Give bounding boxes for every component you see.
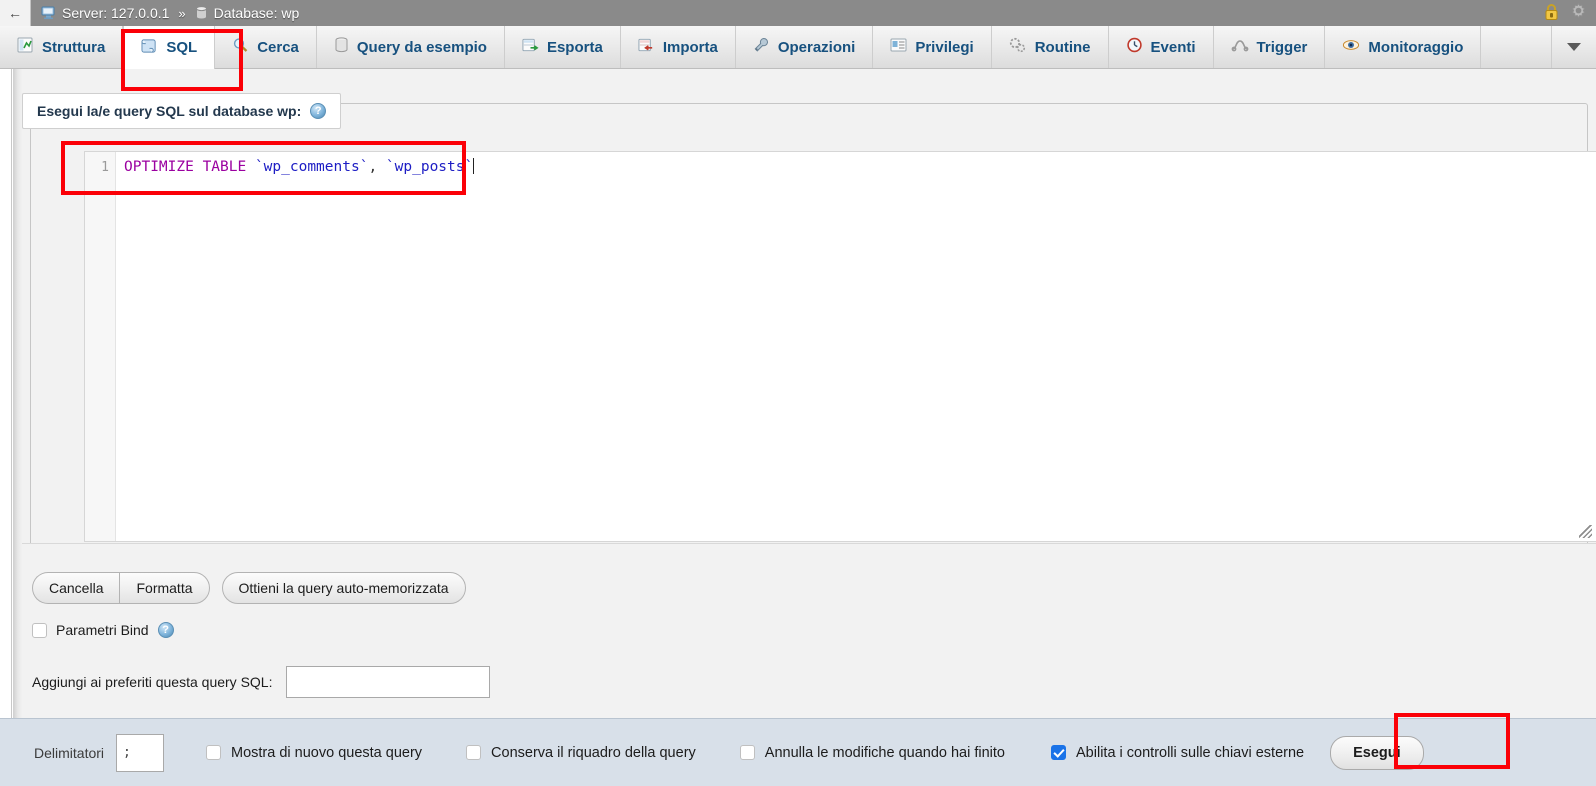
editor-code-area[interactable]: OPTIMIZE TABLE `wp_comments`, `wp_posts` — [116, 152, 1596, 541]
get-autosaved-query-button[interactable]: Ottieni la query auto-memorizzata — [221, 572, 466, 604]
bookmark-query-label: Aggiungi ai preferiti questa query SQL: — [32, 674, 273, 690]
sql-token-keyword: OPTIMIZE TABLE — [124, 159, 255, 175]
help-icon[interactable]: ? — [157, 622, 174, 638]
option-label: Mostra di nuovo questa query — [231, 744, 423, 761]
sql-scroll-icon — [141, 38, 158, 58]
padlock-icon[interactable] — [1543, 3, 1560, 24]
tab-label: Query da esempio — [356, 38, 487, 56]
clear-button[interactable]: Cancella — [32, 572, 120, 604]
database-icon — [195, 6, 208, 20]
option-enable-foreign-key-checks[interactable]: Abilita i controlli sulle chiavi esterne — [1051, 745, 1304, 761]
query-panel-legend-text: Esegui la/e query SQL sul database wp: — [37, 103, 302, 119]
eye-icon — [1342, 38, 1360, 56]
query-box-icon — [334, 37, 349, 57]
tab-label: Eventi — [1150, 38, 1196, 56]
breadcrumb-database-label: Database: wp — [213, 5, 300, 21]
option-label: Abilita i controlli sulle chiavi esterne — [1076, 744, 1305, 761]
tab-label: Routine — [1034, 38, 1091, 56]
wrench-icon — [753, 37, 770, 57]
editor-gutter: 1 — [85, 152, 116, 541]
show-query-again-checkbox[interactable] — [206, 745, 222, 760]
tab-routine[interactable]: Routine — [992, 26, 1109, 68]
execute-button[interactable]: Esegui — [1330, 735, 1424, 770]
query-action-buttons: Cancella Formatta Ottieni la query auto-… — [32, 572, 466, 604]
query-submit-bar: Delimitatori Mostra di nuovo questa quer… — [0, 718, 1596, 786]
option-keep-query-box[interactable]: Conserva il riquadro della query — [466, 745, 696, 761]
tab-trigger[interactable]: Trigger — [1214, 26, 1326, 68]
bind-parameters-checkbox[interactable] — [32, 622, 47, 638]
chevron-down-icon[interactable] — [1551, 26, 1596, 68]
option-show-query-again[interactable]: Mostra di nuovo questa query — [206, 745, 422, 761]
trigger-icon — [1231, 38, 1249, 56]
breadcrumb-database[interactable]: Database: wp — [195, 5, 300, 21]
bookmark-query-row: Aggiungi ai preferiti questa query SQL: — [32, 666, 491, 698]
breadcrumb-bar: ← Server: 127.0.0.1 » Database: wp — [0, 0, 1596, 26]
option-label: Annulla le modifiche quando hai finito — [764, 744, 1006, 761]
tab-label: Operazioni — [777, 38, 856, 56]
tab-struttura[interactable]: Struttura — [0, 26, 124, 68]
gears-icon — [1009, 37, 1027, 57]
bookmark-query-input[interactable] — [286, 666, 491, 698]
sql-token-identifier: `wp_comments` — [254, 159, 369, 175]
option-rollback-when-finished[interactable]: Annulla le modifiche quando hai finito — [739, 744, 1006, 761]
line-number: 1 — [101, 160, 109, 175]
breadcrumb-actions — [1543, 2, 1596, 24]
delimiter-label: Delimitatori — [34, 744, 105, 761]
keep-query-box-checkbox[interactable] — [466, 745, 482, 760]
tab-label: Monitoraggio — [1368, 38, 1464, 56]
server-monitor-icon — [41, 6, 56, 20]
rollback-when-finished-checkbox[interactable] — [739, 745, 755, 760]
tab-label: Struttura — [42, 38, 106, 56]
tab-esporta[interactable]: Esporta — [505, 26, 621, 68]
help-icon[interactable]: ? — [310, 103, 327, 119]
text-caret — [473, 158, 475, 174]
sql-token-identifier: `wp_posts` — [385, 159, 474, 175]
sql-token-punctuation: , — [368, 159, 386, 175]
delimiter-group: Delimitatori — [34, 733, 165, 772]
tab-operazioni[interactable]: Operazioni — [736, 26, 874, 68]
structure-icon — [17, 37, 34, 57]
tab-cerca[interactable]: Cerca — [215, 26, 317, 68]
tab-eventi[interactable]: Eventi — [1109, 26, 1214, 68]
import-icon — [638, 37, 655, 57]
tab-label: SQL — [166, 39, 198, 56]
tab-label: Importa — [662, 38, 718, 56]
tab-sql[interactable]: SQL — [123, 26, 216, 69]
tab-importa[interactable]: Importa — [621, 26, 736, 68]
tab-label: Cerca — [257, 38, 299, 56]
bind-parameters-label: Parametri Bind — [56, 622, 149, 638]
format-button[interactable]: Formatta — [119, 572, 210, 604]
delimiter-input[interactable] — [116, 733, 165, 772]
main-content: Esegui la/e query SQL sul database wp: ?… — [22, 69, 1596, 786]
tab-label: Privilegi — [915, 38, 974, 56]
clear-format-button-group: Cancella Formatta — [32, 572, 210, 604]
tab-privilegi[interactable]: Privilegi — [873, 26, 992, 68]
query-panel-legend: Esegui la/e query SQL sul database wp: ? — [22, 93, 342, 129]
breadcrumb-server[interactable]: Server: 127.0.0.1 — [41, 5, 169, 21]
tab-label: Trigger — [1256, 38, 1308, 56]
back-arrow-icon: ← — [8, 5, 22, 21]
tab-label: Esporta — [546, 38, 603, 56]
sidebar-rail — [0, 69, 12, 786]
breadcrumb-separator: » — [178, 5, 186, 21]
gear-icon[interactable] — [1569, 2, 1588, 24]
resize-grip-icon[interactable] — [1579, 525, 1592, 538]
option-label: Conserva il riquadro della query — [491, 744, 696, 761]
bind-parameters-row: Parametri Bind ? — [32, 622, 174, 638]
sql-editor[interactable]: 1 OPTIMIZE TABLE `wp_comments`, `wp_post… — [84, 151, 1596, 542]
query-options-panel: Cancella Formatta Ottieni la query auto-… — [22, 543, 1596, 716]
clock-icon — [1126, 37, 1143, 57]
foreign-key-checks-checkbox[interactable] — [1051, 745, 1067, 760]
main-tab-bar: Struttura SQL Cerca Query da esempio Esp… — [0, 26, 1596, 69]
back-button[interactable]: ← — [0, 0, 31, 26]
tab-monitoraggio[interactable]: Monitoraggio — [1325, 26, 1482, 68]
tab-query-da-esempio[interactable]: Query da esempio — [317, 26, 505, 68]
magnifier-icon — [232, 37, 249, 57]
breadcrumb-server-label: Server: 127.0.0.1 — [62, 5, 170, 21]
export-icon — [522, 37, 539, 57]
sidebar-shadow — [13, 69, 22, 786]
privileges-icon — [890, 38, 907, 56]
